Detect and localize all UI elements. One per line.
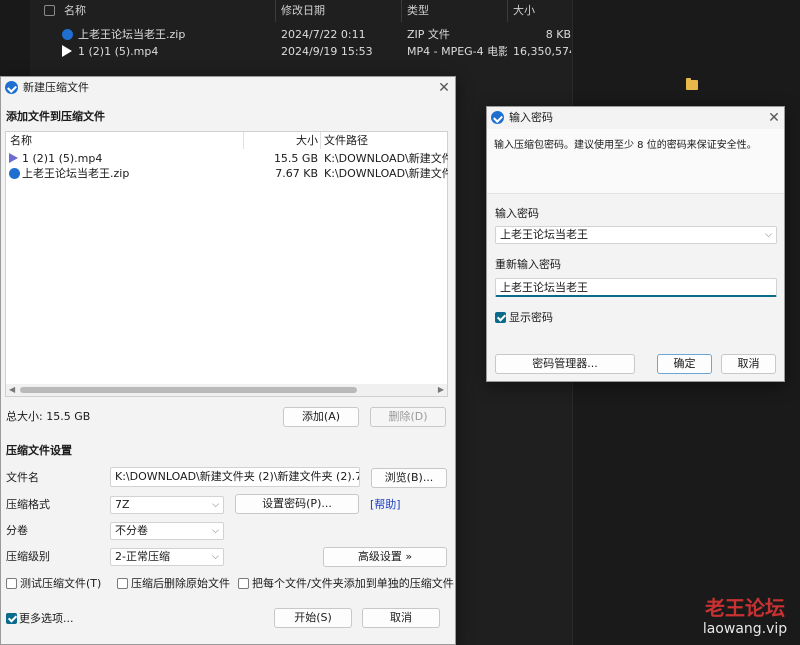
site-watermark: 老王论坛 laowang.vip <box>690 596 800 638</box>
column-header-name[interactable]: 名称 <box>64 0 86 22</box>
password-input-value: 上老王论坛当老王 <box>500 228 588 241</box>
password-dialog: 输入密码 ✕ 输入压缩包密码。建议使用至少 8 位的密码来保证安全性。 输入密码… <box>486 106 785 382</box>
filename-label: 文件名 <box>6 471 39 484</box>
password-label: 输入密码 <box>495 207 539 220</box>
help-link[interactable]: [帮助] <box>370 498 401 512</box>
add-button[interactable]: 添加(A) <box>283 407 359 427</box>
description-panel: 输入压缩包密码。建议使用至少 8 位的密码来保证安全性。 <box>487 129 784 194</box>
password-manager-button[interactable]: 密码管理器... <box>495 354 635 374</box>
separate-archives-checkbox[interactable] <box>238 578 249 589</box>
column-separator[interactable] <box>507 0 508 22</box>
filename-input[interactable]: K:\DOWNLOAD\新建文件夹 (2)\新建文件夹 (2).7z <box>110 467 360 487</box>
total-size-text: 总大小: 15.5 GB <box>6 410 91 423</box>
select-all-checkbox[interactable] <box>44 5 55 16</box>
browse-button[interactable]: 浏览(B)... <box>371 468 447 488</box>
show-password-checkbox[interactable] <box>495 312 506 323</box>
file-name: 上老王论坛当老王.zip <box>78 28 186 41</box>
password-input[interactable]: 上老王论坛当老王 ⌵ <box>495 226 777 244</box>
delete-source-checkbox[interactable] <box>117 578 128 589</box>
zip-icon <box>9 168 20 179</box>
level-select[interactable]: 2-正常压缩 ⌵ <box>110 548 224 566</box>
list-item[interactable]: 1 (2)1 (5).mp4 15.5 GB K:\DOWNLOAD\新建文件夹 <box>6 151 448 166</box>
file-size: 8 KB <box>545 28 571 41</box>
file-list[interactable]: 名称 大小 文件路径 1 (2)1 (5).mp4 15.5 GB K:\DOW… <box>5 131 448 397</box>
file-size: 16,350,574 ... <box>513 45 571 58</box>
horizontal-scrollbar[interactable]: ◀ ▶ <box>6 384 447 396</box>
list-header-size[interactable]: 大小 <box>244 132 318 149</box>
volume-select[interactable]: 不分卷 ⌵ <box>110 522 224 540</box>
section-heading-add-files: 添加文件到压缩文件 <box>6 110 105 123</box>
format-select-value: 7Z <box>115 498 130 511</box>
level-select-value: 2-正常压缩 <box>115 550 170 563</box>
list-item-size: 7.67 KB <box>275 167 318 180</box>
close-icon[interactable]: ✕ <box>765 109 783 127</box>
file-type: ZIP 文件 <box>407 28 450 41</box>
chevron-down-icon: ⌵ <box>212 500 219 510</box>
volume-select-value: 不分卷 <box>115 524 148 537</box>
list-item-name: 上老王论坛当老王.zip <box>22 167 130 180</box>
more-options-label: 更多选项... <box>19 612 74 625</box>
advanced-settings-button[interactable]: 高级设置 » <box>323 547 447 567</box>
scrollbar-thumb[interactable] <box>20 387 357 393</box>
column-separator[interactable] <box>401 0 402 22</box>
column-header-date[interactable]: 修改日期 <box>281 0 325 22</box>
dialog-title: 新建压缩文件 <box>23 81 89 94</box>
file-date: 2024/9/19 15:53 <box>281 45 373 58</box>
watermark-title: 老王论坛 <box>705 596 785 620</box>
video-icon <box>9 153 18 163</box>
file-list-header: 名称 大小 文件路径 <box>6 132 447 149</box>
chevron-down-icon[interactable]: ⌵ <box>765 227 772 243</box>
section-heading-settings: 压缩文件设置 <box>6 444 72 457</box>
scroll-left-icon[interactable]: ◀ <box>9 384 15 396</box>
scroll-right-icon[interactable]: ▶ <box>438 384 444 396</box>
list-item-path: K:\DOWNLOAD\新建文件夹 <box>324 152 448 165</box>
video-icon <box>62 45 72 57</box>
column-separator[interactable] <box>275 0 276 22</box>
start-button[interactable]: 开始(S) <box>274 608 352 628</box>
volume-label: 分卷 <box>6 524 28 537</box>
test-archive-checkbox[interactable] <box>6 578 17 589</box>
chevron-down-icon: ⌵ <box>212 552 219 562</box>
list-item-path: K:\DOWNLOAD\新建文件夹 <box>324 167 448 180</box>
list-item[interactable]: 上老王论坛当老王.zip 7.67 KB K:\DOWNLOAD\新建文件夹 <box>6 166 448 181</box>
password-cancel-button[interactable]: 取消 <box>721 354 776 374</box>
more-options-checkbox[interactable] <box>6 613 17 624</box>
password-description: 输入压缩包密码。建议使用至少 8 位的密码来保证安全性。 <box>494 140 757 151</box>
app-logo-icon <box>491 111 504 124</box>
file-date: 2024/7/22 0:11 <box>281 28 366 41</box>
file-name: 1 (2)1 (5).mp4 <box>78 45 159 58</box>
password-dialog-title: 输入密码 <box>509 111 553 124</box>
list-header-name[interactable]: 名称 <box>10 132 32 149</box>
file-type: MP4 - MPEG-4 电影... <box>407 45 507 58</box>
format-label: 压缩格式 <box>6 498 50 511</box>
format-select[interactable]: 7Z ⌵ <box>110 496 224 514</box>
delete-source-label: 压缩后删除原始文件 <box>131 577 230 590</box>
delete-button[interactable]: 删除(D) <box>370 407 446 427</box>
list-item-size: 15.5 GB <box>273 152 318 165</box>
list-item-name: 1 (2)1 (5).mp4 <box>22 152 103 165</box>
separate-archives-label: 把每个文件/文件夹添加到单独的压缩文件 <box>252 577 454 590</box>
watermark-url: laowang.vip <box>702 621 788 637</box>
reenter-password-input[interactable]: 上老王论坛当老王 <box>495 278 777 297</box>
column-header-type[interactable]: 类型 <box>407 0 429 22</box>
show-password-label: 显示密码 <box>509 311 553 324</box>
zip-icon <box>62 29 73 40</box>
test-archive-label: 测试压缩文件(T) <box>20 577 102 590</box>
set-password-button[interactable]: 设置密码(P)... <box>235 494 359 514</box>
ok-button[interactable]: 确定 <box>657 354 712 374</box>
reenter-password-label: 重新输入密码 <box>495 258 561 271</box>
dialog-titlebar[interactable]: 新建压缩文件 ✕ <box>1 77 455 99</box>
column-separator[interactable] <box>320 132 321 149</box>
chevron-down-icon: ⌵ <box>212 526 219 536</box>
close-icon[interactable]: ✕ <box>435 79 453 97</box>
folder-icon[interactable] <box>686 78 698 90</box>
level-label: 压缩级别 <box>6 550 50 563</box>
cancel-button[interactable]: 取消 <box>362 608 440 628</box>
list-header-path[interactable]: 文件路径 <box>324 132 368 149</box>
password-dialog-titlebar[interactable]: 输入密码 ✕ <box>487 107 784 129</box>
app-logo-icon <box>5 81 18 94</box>
column-header-size[interactable]: 大小 <box>513 0 535 22</box>
